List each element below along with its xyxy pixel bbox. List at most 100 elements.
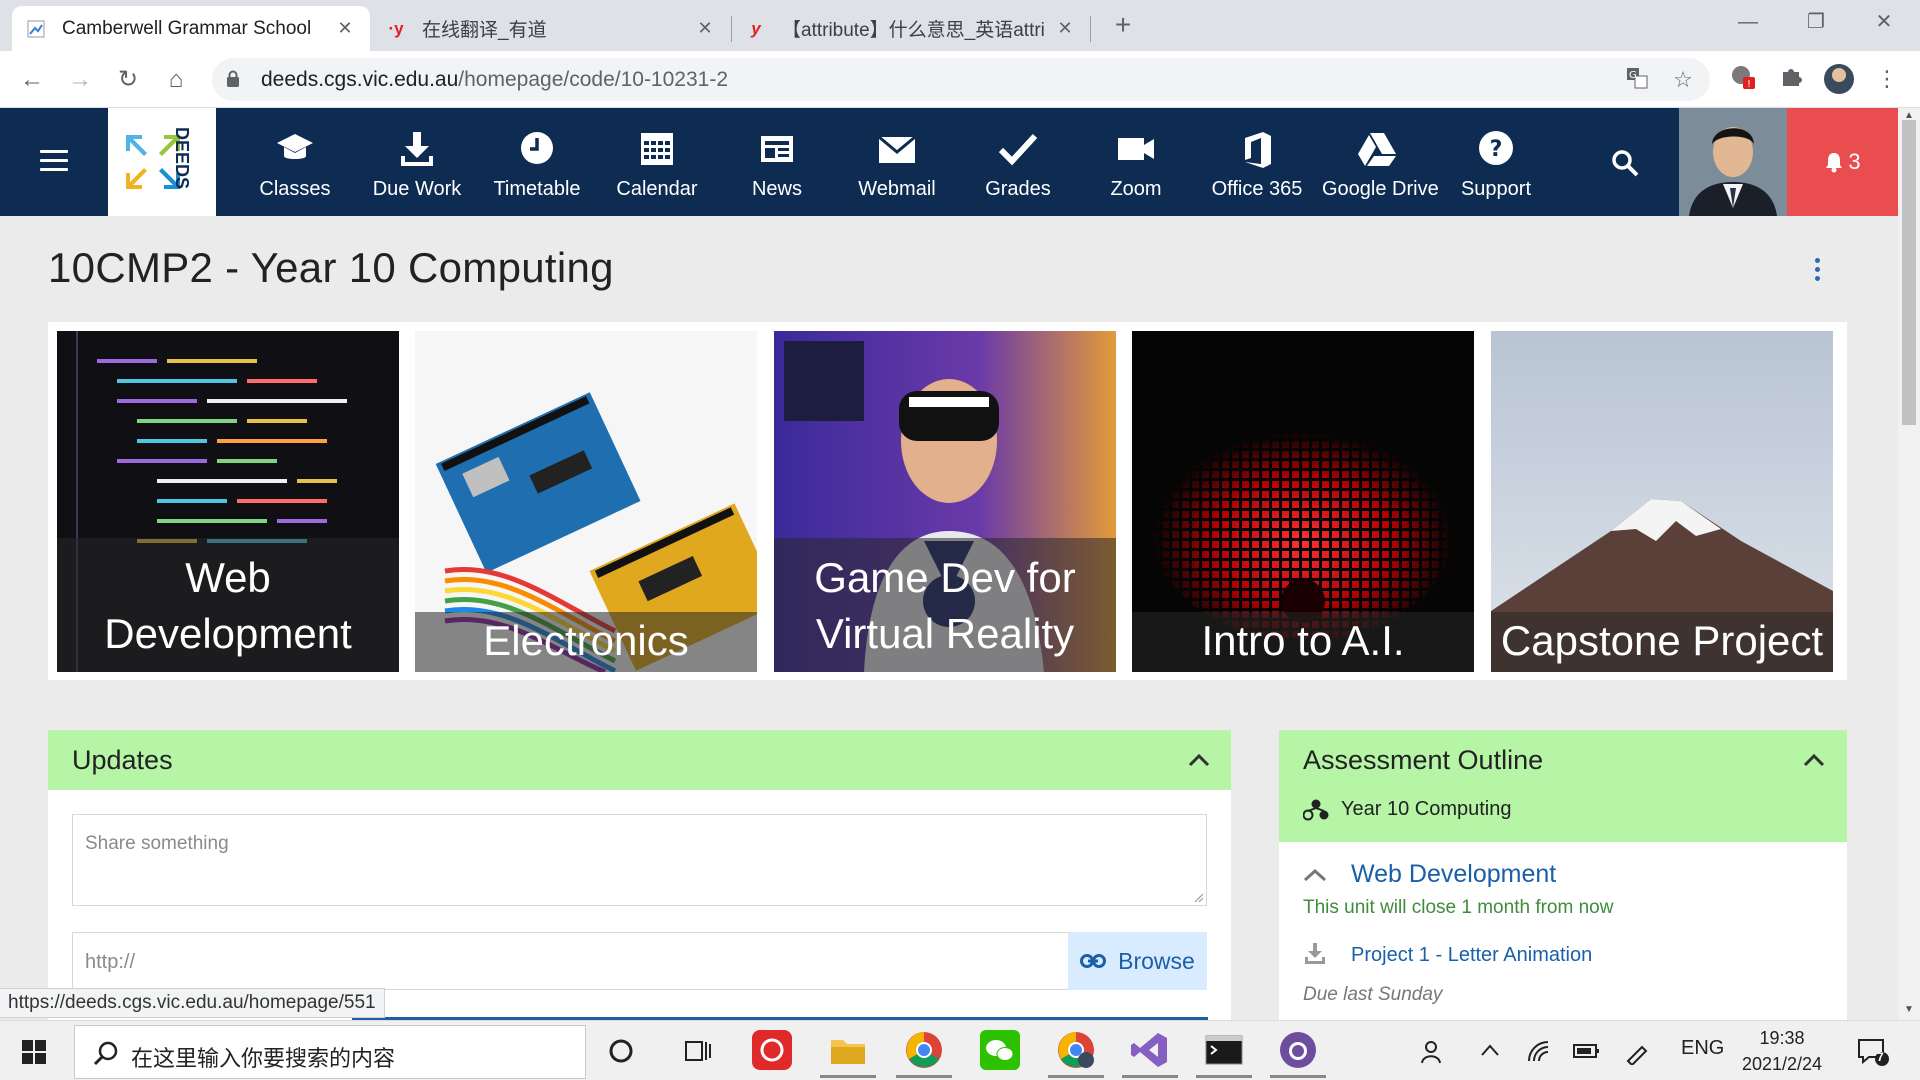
tab-separator <box>1090 16 1091 42</box>
hamburger-menu-icon[interactable] <box>40 150 68 172</box>
visual-studio-icon[interactable] <box>1122 1030 1178 1078</box>
clock-date: 2021/2/24 <box>1741 1054 1823 1074</box>
extension-shield-icon[interactable]: ! <box>1728 64 1758 94</box>
url-path: /homepage/code/10-10231-2 <box>458 68 729 91</box>
nav-grades[interactable]: Grades <box>963 108 1073 216</box>
search-icon[interactable] <box>1610 148 1640 178</box>
menu-kebab-icon[interactable]: ⋮ <box>1872 64 1902 94</box>
nav-news[interactable]: News <box>722 108 832 216</box>
nav-due-work[interactable]: Due Work <box>362 108 472 216</box>
windows-start-icon[interactable] <box>22 1040 46 1064</box>
taskbar-search-box[interactable]: 在这里输入你要搜索的内容 <box>74 1025 586 1079</box>
terminal-icon[interactable] <box>1196 1030 1252 1078</box>
nav-google-drive[interactable]: Google Drive <box>1322 108 1439 216</box>
close-window-icon[interactable]: ✕ <box>1854 0 1914 44</box>
extensions-puzzle-icon[interactable] <box>1776 64 1806 94</box>
google-drive-icon <box>1358 133 1396 166</box>
nav-webmail[interactable]: Webmail <box>842 108 952 216</box>
reload-icon[interactable]: ↻ <box>112 64 144 96</box>
assessment-title: Assessment Outline <box>1303 745 1544 775</box>
forward-icon[interactable]: → <box>64 64 96 96</box>
browse-button[interactable]: Browse <box>1068 932 1207 990</box>
hierarchy-icon <box>1303 799 1329 821</box>
deeds-wordmark: DEEDS <box>172 125 194 199</box>
scroll-down-arrow-icon[interactable]: ▼ <box>1904 1004 1914 1015</box>
nav-office-365[interactable]: Office 365 <box>1202 108 1312 216</box>
notification-count: 3 <box>1848 149 1861 174</box>
assessment-course: Year 10 Computing <box>1341 798 1512 820</box>
wechat-icon[interactable] <box>980 1030 1020 1070</box>
github-icon[interactable] <box>1270 1030 1326 1078</box>
bookmark-star-icon[interactable]: ☆ <box>1670 67 1696 93</box>
task-view-icon[interactable] <box>680 1034 714 1068</box>
cortana-icon[interactable] <box>604 1034 638 1068</box>
chrome-profile-icon[interactable] <box>1048 1030 1104 1078</box>
page-scrollbar[interactable]: ▲ ▼ <box>1898 108 1920 1020</box>
deeds-logo[interactable]: DEEDS <box>108 108 216 216</box>
unit-chevron-up-icon[interactable] <box>1303 868 1327 882</box>
page-title: 10CMP2 - Year 10 Computing <box>48 244 614 291</box>
action-center-count: 7 <box>1877 1050 1884 1064</box>
new-tab-icon[interactable]: + <box>1108 10 1138 40</box>
url-placeholder: http:// <box>85 951 136 973</box>
wifi-icon[interactable] <box>1526 1039 1552 1065</box>
download-icon <box>401 132 433 166</box>
pen-icon[interactable] <box>1624 1039 1650 1065</box>
tile-capstone-project[interactable]: Capstone Project <box>1491 331 1833 672</box>
user-avatar[interactable] <box>1679 108 1787 216</box>
collapse-chevron-icon[interactable] <box>1803 753 1825 767</box>
tile-game-dev-vr[interactable]: Game Dev for Virtual Reality <box>774 331 1116 672</box>
scroll-thumb[interactable] <box>1902 120 1916 425</box>
tile-caption: Web Development <box>57 538 399 672</box>
project-link[interactable]: Project 1 - Letter Animation <box>1351 944 1592 967</box>
translate-icon[interactable]: G <box>1624 67 1650 93</box>
netease-music-icon[interactable] <box>752 1030 792 1070</box>
share-textarea[interactable]: Share something <box>72 814 1207 906</box>
updates-card: Updates Share something http:// Browse <box>48 730 1231 1030</box>
url-host: deeds.cgs.vic.edu.au <box>261 68 459 91</box>
back-icon[interactable]: ← <box>16 64 48 96</box>
close-tab-icon[interactable]: ✕ <box>334 18 356 39</box>
taskbar-clock[interactable]: 19:38 2021/2/24 <box>1736 1025 1828 1077</box>
tab-camberwell[interactable]: Camberwell Grammar School ✕ <box>12 6 370 51</box>
battery-icon[interactable] <box>1572 1041 1600 1061</box>
status-url-bubble: https://deeds.cgs.vic.edu.au/homepage/55… <box>0 988 385 1018</box>
nav-label: Google Drive <box>1322 178 1439 200</box>
show-hidden-icons-chevron-icon[interactable] <box>1480 1043 1500 1057</box>
nav-timetable[interactable]: Timetable <box>482 108 592 216</box>
close-tab-icon[interactable]: ✕ <box>694 18 716 39</box>
profile-avatar[interactable] <box>1824 64 1854 94</box>
resize-handle-icon[interactable] <box>1192 891 1204 903</box>
nav-classes[interactable]: Classes <box>240 108 350 216</box>
close-tab-icon[interactable]: ✕ <box>1054 18 1076 39</box>
tile-web-development[interactable]: Web Development <box>57 331 399 672</box>
nav-label: Office 365 <box>1211 178 1303 200</box>
page-options-kebab-icon[interactable] <box>1812 258 1822 284</box>
address-bar[interactable]: deeds.cgs.vic.edu.au/homepage/code/10-10… <box>212 58 1710 101</box>
nav-label: News <box>751 178 802 200</box>
nav-label: Timetable <box>493 178 581 200</box>
svg-text:?: ? <box>1490 137 1503 162</box>
envelope-icon <box>878 135 916 163</box>
tile-electronics[interactable]: Electronics <box>415 331 757 672</box>
minimize-icon[interactable]: — <box>1718 0 1778 44</box>
people-icon[interactable] <box>1420 1039 1446 1065</box>
collapse-chevron-icon[interactable] <box>1188 753 1210 767</box>
input-language[interactable]: ENG <box>1681 1037 1724 1060</box>
clock-time: 19:38 <box>1759 1028 1805 1048</box>
notifications-button[interactable]: 3 <box>1787 108 1898 216</box>
chrome-icon[interactable] <box>896 1030 952 1078</box>
unit-title-link[interactable]: Web Development <box>1351 860 1556 889</box>
tab-attribute[interactable]: y 【attribute】什么意思_英语attri ✕ <box>732 6 1090 51</box>
home-icon[interactable]: ⌂ <box>160 64 192 96</box>
nav-calendar[interactable]: Calendar <box>602 108 712 216</box>
tab-youdao[interactable]: ·y 在线翻译_有道 ✕ <box>372 6 730 51</box>
tile-intro-ai[interactable]: Intro to A.I. <box>1132 331 1474 672</box>
action-center-icon[interactable]: 7 <box>1856 1037 1890 1067</box>
nav-zoom[interactable]: Zoom <box>1081 108 1191 216</box>
file-explorer-icon[interactable] <box>820 1030 876 1078</box>
nav-support[interactable]: ? Support <box>1441 108 1551 216</box>
url-input[interactable]: http:// <box>72 932 1083 990</box>
unit-tiles: Web Development Electronics Game Dev for… <box>48 322 1847 680</box>
restore-icon[interactable]: ❐ <box>1786 0 1846 44</box>
